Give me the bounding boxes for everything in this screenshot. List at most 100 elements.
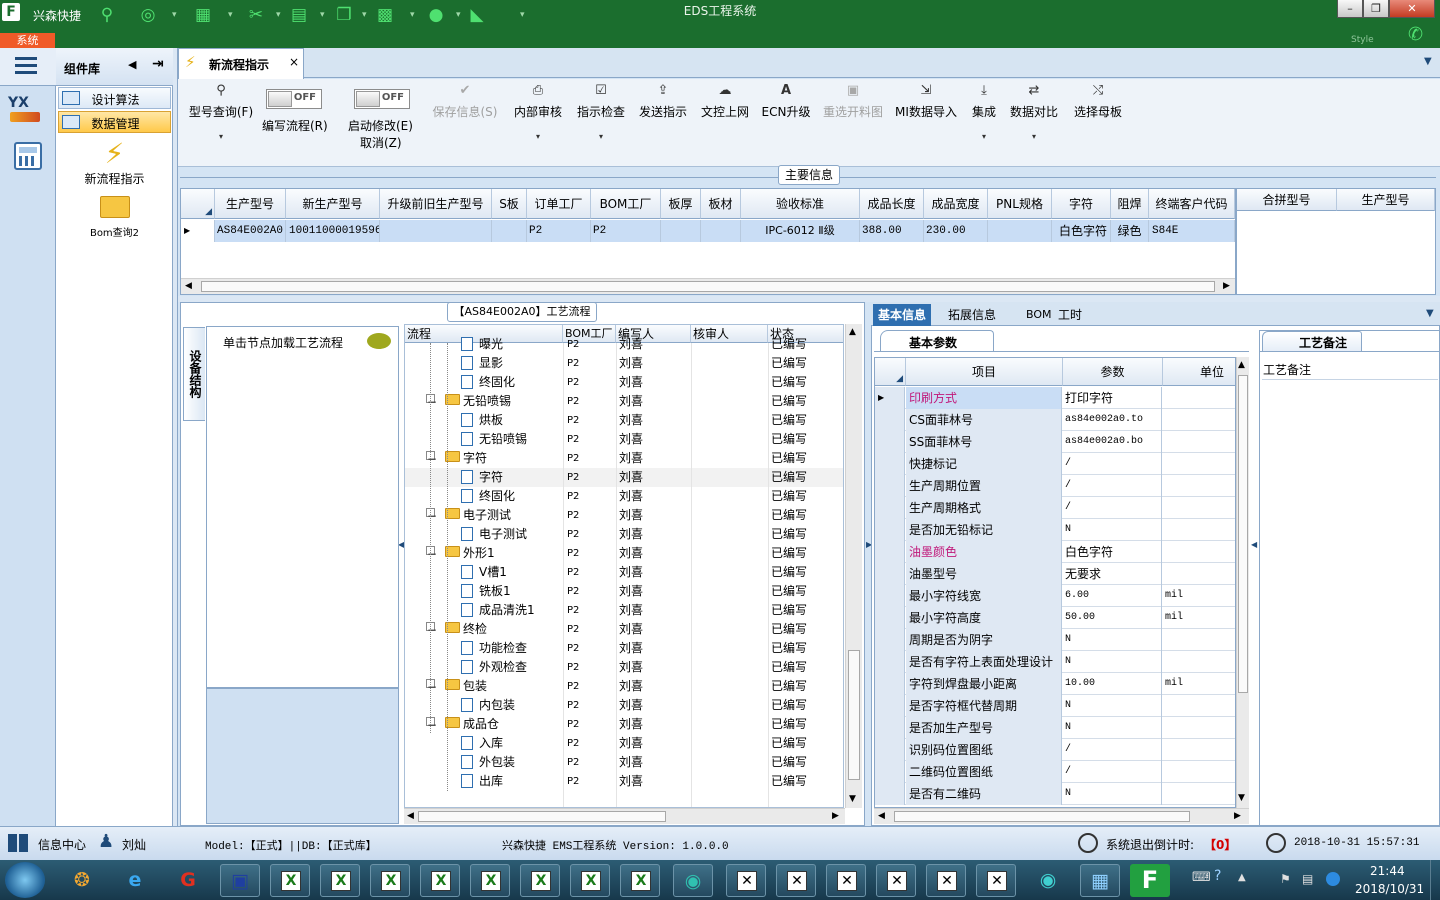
scroll-right-icon[interactable]: ▶ [832,811,839,821]
tree-row[interactable]: 电子测试 P2 刘喜 已编写 [405,525,843,544]
column-header[interactable]: 生产型号 [215,189,286,219]
tree-row[interactable]: 出库 P2 刘喜 已编写 [405,772,843,791]
row-indicator[interactable] [875,607,905,629]
instruction-check-button[interactable]: ☑ 指示检查 ▾ [574,83,628,141]
style-label[interactable]: Style [1351,35,1374,45]
tab-system[interactable]: 系统 [0,33,55,48]
picture-viewer-icon[interactable]: ▦ [1080,864,1120,897]
eds-app-icon[interactable]: F [1130,864,1170,897]
row-indicator[interactable] [875,431,905,453]
excel-window-icon[interactable]: X [520,864,560,897]
column-header[interactable]: 成品宽度 [924,189,988,219]
yx-module-icon[interactable]: YX [8,95,44,127]
shell-icon[interactable]: ❂ [62,864,102,897]
column-header[interactable]: 项目 [906,358,1063,386]
excel-window-icon[interactable]: X [420,864,460,897]
internal-review-button[interactable]: ⎙ 内部审核 ▾ [510,83,566,141]
close-button[interactable]: ✕ [1389,0,1435,18]
tab-extended-info[interactable]: 拓展信息 [943,304,1001,326]
param-row[interactable]: 是否有字符上表面处理设计 N [875,651,1235,673]
tree-row[interactable]: 字符 P2 刘喜 已编写 [405,468,843,487]
row-indicator[interactable] [875,783,905,805]
excel-window-icon[interactable]: X [620,864,660,897]
column-header[interactable]: 生产型号 [1337,189,1435,211]
scroll-right-icon[interactable]: ▶ [1223,281,1230,291]
row-indicator[interactable]: ▶ [875,387,905,409]
doc-control-publish-button[interactable]: ☁ 文控上网 [698,83,752,120]
row-indicator[interactable] [875,739,905,761]
param-row[interactable]: 字符到焊盘最小距离 10.00 mil [875,673,1235,695]
nav-item-data-management[interactable]: 数据管理 [58,111,171,133]
menu-button[interactable] [0,48,56,86]
column-header[interactable]: BOM工厂 [591,189,661,219]
tree-row[interactable]: − 电子测试 P2 刘喜 已编写 [405,506,843,525]
param-row[interactable]: 识别码位置图纸 / [875,739,1235,761]
reselect-cutting-button[interactable]: ▣ 重选开料图 [820,83,886,120]
table-cell[interactable]: 388.00 [860,220,924,242]
column-header[interactable]: 板材 [701,189,741,219]
param-value[interactable]: N [1063,717,1162,739]
tree-row[interactable]: − 无铅喷锡 P2 刘喜 已编写 [405,392,843,411]
row-indicator[interactable] [875,497,905,519]
param-row[interactable]: 油墨颜色 白色字符 [875,541,1235,563]
show-desktop-button[interactable] [1430,860,1440,900]
excel-file-icon[interactable]: ✕ [726,864,766,897]
excel-file-icon[interactable]: ✕ [926,864,966,897]
param-value[interactable]: / [1063,739,1162,761]
horizontal-scrollbar[interactable]: ◀ ▶ [181,278,1235,294]
table-cell[interactable]: P2 [591,220,661,242]
scrollbar-thumb[interactable] [848,650,860,780]
row-indicator[interactable] [875,475,905,497]
param-value[interactable]: N [1063,651,1162,673]
param-value[interactable]: / [1063,497,1162,519]
collapse-left-icon[interactable]: ◀ [128,58,136,71]
column-header[interactable]: 字符 [1052,189,1111,219]
ems-app-icon[interactable]: ◉ [1028,864,1068,897]
table-cell[interactable] [492,220,527,242]
scroll-up-icon[interactable]: ▲ [849,327,856,337]
column-header[interactable]: PNL规格 [988,189,1052,219]
column-header[interactable]: 合拼型号 [1237,189,1337,211]
row-indicator[interactable] [875,651,905,673]
param-value[interactable]: N [1063,629,1162,651]
pin-icon[interactable]: ⇥ [152,56,164,72]
horizontal-scrollbar[interactable]: ◀ ▶ [404,808,845,824]
excel-window-icon[interactable]: X [320,864,360,897]
row-indicator[interactable]: ▶ [181,220,215,242]
param-value[interactable]: 无要求 [1063,563,1162,585]
param-value[interactable]: / [1063,761,1162,783]
action-center-icon[interactable]: ⚑ [1280,872,1291,886]
row-indicator[interactable] [875,563,905,585]
table-cell[interactable]: P2 [527,220,591,242]
param-value[interactable]: 6.00 [1063,585,1162,607]
row-indicator[interactable] [875,717,905,739]
tree-row[interactable]: 成品清洗1 P2 刘喜 已编写 [405,601,843,620]
help-icon[interactable]: ? [1214,868,1221,884]
scroll-right-icon[interactable]: ▶ [1234,811,1241,821]
tab-list-dropdown-icon[interactable]: ▼ [1424,56,1432,67]
tree-row[interactable]: 曝光 P2 刘喜 已编写 [405,335,843,354]
excel-window-icon[interactable]: X [370,864,410,897]
scroll-left-icon[interactable]: ◀ [185,281,192,291]
column-header[interactable]: 参数 [1063,358,1163,386]
tab-work-hours[interactable]: 工时 [1053,304,1087,326]
save-info-button[interactable]: ✔ 保存信息(S) [430,83,500,120]
tab-basic-params[interactable]: 基本参数 [880,330,994,352]
modify-toggle[interactable]: OFF [354,89,410,109]
scroll-left-icon[interactable]: ◀ [878,811,885,821]
table-cell[interactable] [701,220,741,242]
taskbar-date[interactable]: 2018/10/31 [1355,882,1424,896]
tray-arrow-icon[interactable]: ▲ [1238,872,1246,883]
param-row[interactable]: CS面菲林号 as84e002a0.to [875,409,1235,431]
tree-row[interactable]: 功能检查 P2 刘喜 已编写 [405,639,843,658]
tree-row[interactable]: − 终检 P2 刘喜 已编写 [405,620,843,639]
param-row[interactable]: 是否有二维码 N [875,783,1235,805]
app-g-icon[interactable]: G [168,864,208,897]
column-header[interactable]: 板厚 [661,189,701,219]
table-cell[interactable]: 绿色 [1111,220,1149,242]
dropdown-arrow-icon[interactable]: ▼ [1426,308,1434,319]
scroll-down-icon[interactable]: ▼ [1238,793,1245,803]
param-row[interactable]: 最小字符高度 50.00 mil [875,607,1235,629]
excel-file-icon[interactable]: ✕ [976,864,1016,897]
table-cell[interactable] [661,220,701,242]
